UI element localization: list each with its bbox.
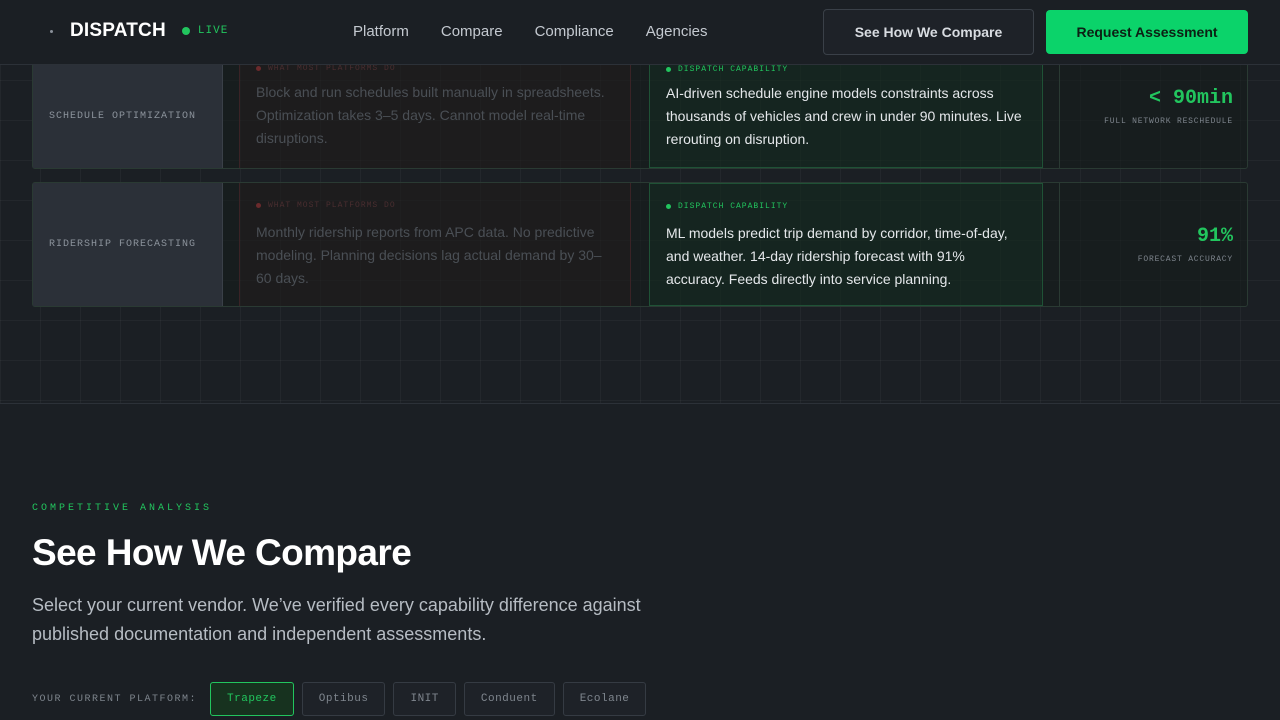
legacy-tag-label: WHAT MOST PLATFORMS DO xyxy=(268,64,396,73)
metric-value: 91% xyxy=(1196,225,1233,248)
vendor-button-ecolane[interactable]: Ecolane xyxy=(562,682,647,716)
metric-label: FULL NETWORK RESCHEDULE xyxy=(1104,117,1233,126)
main-nav: Platform Compare Compliance Agencies xyxy=(353,23,740,40)
live-label: LIVE xyxy=(197,25,229,37)
see-how-we-compare-button[interactable]: See How We Compare xyxy=(823,9,1034,55)
brand-mark-icon xyxy=(50,29,53,33)
dispatch-tag: DISPATCH CAPABILITY xyxy=(666,65,1026,74)
nav-platform[interactable]: Platform xyxy=(353,23,409,40)
vendor-selector-label: YOUR CURRENT PLATFORM: xyxy=(32,693,198,705)
metric-cell: 91% FORECAST ACCURACY xyxy=(1059,183,1249,306)
dispatch-dot-icon xyxy=(666,204,671,209)
live-dot-icon xyxy=(181,27,190,35)
legacy-dot-icon xyxy=(256,66,261,71)
legacy-tag: WHAT MOST PLATFORMS DO xyxy=(256,64,614,73)
dispatch-description: ML models predict trip demand by corrido… xyxy=(666,225,1008,287)
legacy-description: Block and run schedules built manually i… xyxy=(256,84,605,146)
nav-agencies[interactable]: Agencies xyxy=(646,23,708,40)
legacy-tag-label: WHAT MOST PLATFORMS DO xyxy=(268,201,396,210)
comparison-row-ridership: RIDERSHIP FORECASTING WHAT MOST PLATFORM… xyxy=(32,182,1248,307)
dispatch-description: AI-driven schedule engine models constra… xyxy=(666,85,1022,147)
top-navigation-bar: DISPATCH LIVE Platform Compare Complianc… xyxy=(0,0,1280,65)
row-label: RIDERSHIP FORECASTING xyxy=(33,183,223,306)
brand-name: DISPATCH xyxy=(70,20,166,41)
vendor-button-init[interactable]: INIT xyxy=(393,682,456,716)
request-assessment-button[interactable]: Request Assessment xyxy=(1046,10,1248,54)
brand[interactable]: DISPATCH LIVE xyxy=(50,20,228,42)
metric-label: FORECAST ACCURACY xyxy=(1137,255,1233,264)
nav-compliance[interactable]: Compliance xyxy=(535,23,614,40)
vendor-selector: YOUR CURRENT PLATFORM: Trapeze Optibus I… xyxy=(32,682,654,716)
dispatch-dot-icon xyxy=(666,67,671,72)
legacy-dot-icon xyxy=(256,203,261,208)
live-indicator: LIVE xyxy=(181,25,229,37)
metric-value: < 90min xyxy=(1148,87,1233,110)
section-title: See How We Compare xyxy=(32,532,412,573)
legacy-description: Monthly ridership reports from APC data.… xyxy=(256,224,602,286)
dispatch-tag: DISPATCH CAPABILITY xyxy=(666,202,1026,211)
vendor-button-conduent[interactable]: Conduent xyxy=(463,682,555,716)
nav-compare[interactable]: Compare xyxy=(441,23,503,40)
section-description: Select your current vendor. We’ve verifi… xyxy=(32,595,641,644)
section-eyebrow: COMPETITIVE ANALYSIS xyxy=(32,503,213,514)
legacy-tag: WHAT MOST PLATFORMS DO xyxy=(256,201,614,210)
dispatch-capability-cell: DISPATCH CAPABILITY ML models predict tr… xyxy=(649,183,1043,306)
legacy-capability-cell: WHAT MOST PLATFORMS DO Monthly ridership… xyxy=(239,183,631,306)
dispatch-tag-label: DISPATCH CAPABILITY xyxy=(678,202,789,211)
dispatch-tag-label: DISPATCH CAPABILITY xyxy=(678,65,789,74)
vendor-button-optibus[interactable]: Optibus xyxy=(301,682,386,716)
vendor-button-trapeze[interactable]: Trapeze xyxy=(210,682,294,716)
